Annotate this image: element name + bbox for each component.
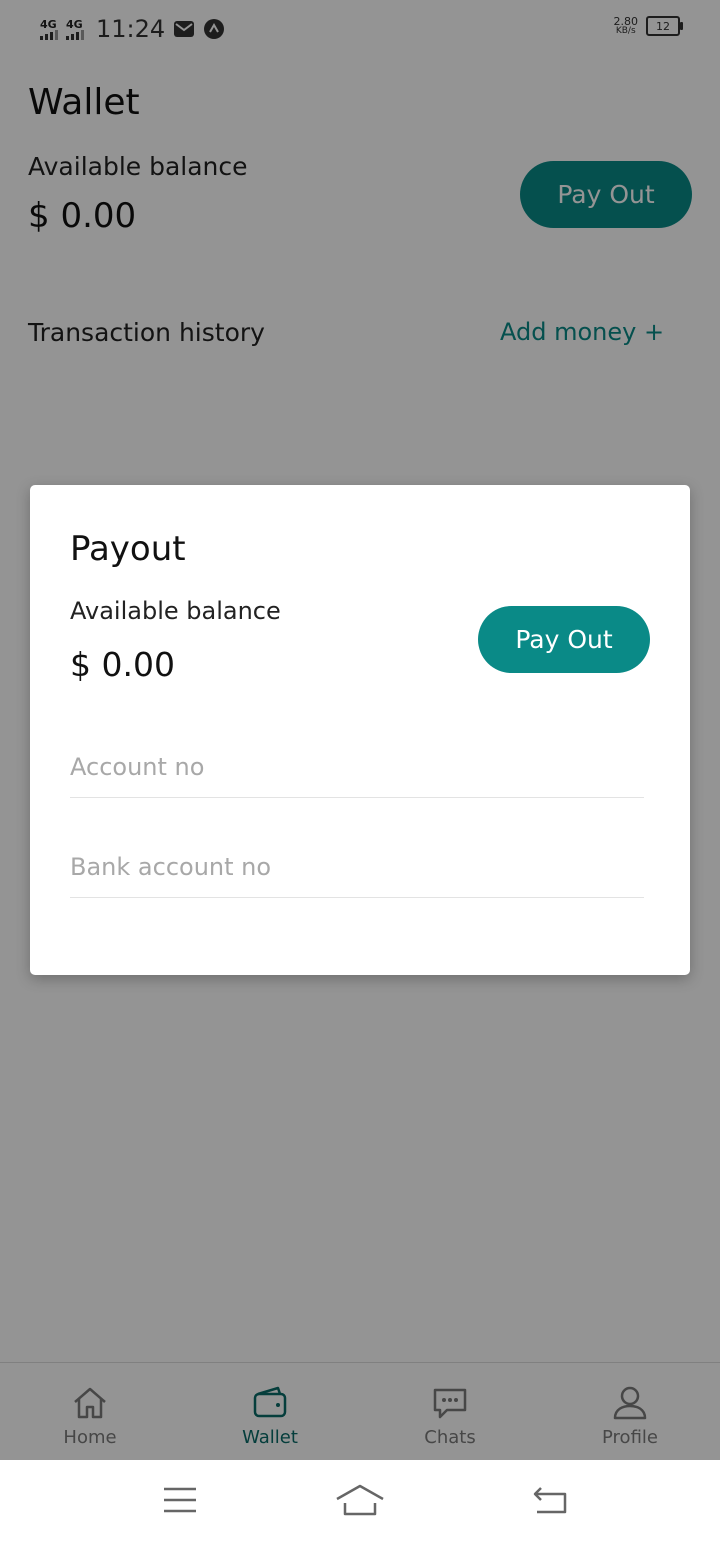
home-nav-button[interactable] [330,1480,390,1524]
dialog-title: Payout [70,529,186,569]
payout-dialog: Payout Available balance $ 0.00 Pay Out [30,485,690,975]
system-home-icon [335,1483,385,1522]
back-button[interactable] [520,1480,580,1524]
account-no-input[interactable] [70,737,644,798]
dialog-balance-label: Available balance [70,597,281,625]
back-icon [531,1485,569,1520]
bank-account-no-input[interactable] [70,837,644,898]
menu-button[interactable] [150,1480,210,1524]
dialog-balance-value: $ 0.00 [70,645,175,684]
menu-icon [162,1485,198,1520]
dialog-pay-out-button[interactable]: Pay Out [478,606,650,673]
system-nav-bar [0,1460,720,1544]
